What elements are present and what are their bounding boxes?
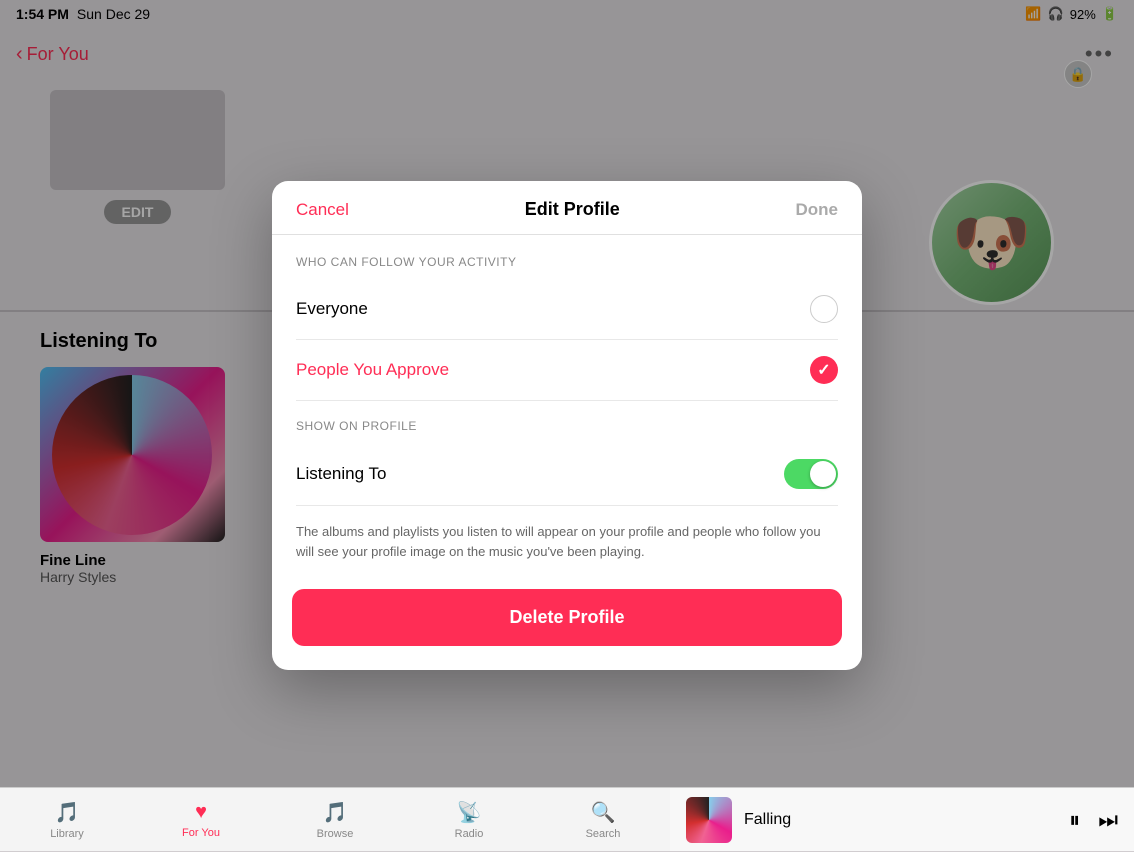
now-playing-bar: Falling ⏸ ⏭	[670, 787, 1134, 851]
listening-to-option-row: Listening To	[296, 443, 838, 506]
library-label: Library	[50, 828, 84, 840]
done-button[interactable]: Done	[796, 200, 839, 220]
search-icon: 🔍	[591, 800, 616, 825]
edit-profile-modal: Cancel Edit Profile Done WHO CAN FOLLOW …	[272, 181, 862, 670]
now-playing-album-art	[686, 797, 732, 843]
modal-body: WHO CAN FOLLOW YOUR ACTIVITY Everyone Pe…	[272, 255, 862, 581]
modal-overlay: Cancel Edit Profile Done WHO CAN FOLLOW …	[0, 0, 1134, 851]
heart-icon: ♥	[195, 801, 207, 824]
browse-label: Browse	[317, 828, 354, 840]
modal-title: Edit Profile	[525, 199, 620, 220]
everyone-radio[interactable]	[810, 295, 838, 323]
people-you-approve-radio[interactable]: ✓	[810, 356, 838, 384]
nav-item-radio[interactable]: 📡 Radio	[402, 788, 536, 852]
checkmark-icon: ✓	[817, 360, 830, 380]
playback-controls: ⏸ ⏭	[1069, 807, 1118, 833]
who-can-follow-label: WHO CAN FOLLOW YOUR ACTIVITY	[296, 255, 838, 269]
show-on-profile-label: SHOW ON PROFILE	[296, 419, 838, 433]
pause-button[interactable]: ⏸	[1069, 807, 1080, 833]
delete-profile-button[interactable]: Delete Profile	[292, 589, 842, 646]
listening-to-toggle[interactable]	[784, 459, 838, 489]
search-label: Search	[586, 828, 621, 840]
now-playing-track-name: Falling	[744, 811, 1057, 829]
people-you-approve-label: People You Approve	[296, 360, 449, 380]
toggle-knob	[810, 461, 836, 487]
nav-item-for-you[interactable]: ♥ For You	[134, 788, 268, 852]
everyone-label: Everyone	[296, 299, 368, 319]
listening-description: The albums and playlists you listen to w…	[296, 506, 838, 581]
for-you-label: For You	[182, 827, 220, 839]
skip-forward-button[interactable]: ⏭	[1098, 807, 1118, 833]
cancel-button[interactable]: Cancel	[296, 200, 349, 220]
nav-item-browse[interactable]: 🎵 Browse	[268, 788, 402, 852]
browse-icon: 🎵	[323, 800, 348, 825]
everyone-option-row[interactable]: Everyone	[296, 279, 838, 340]
nav-item-search[interactable]: 🔍 Search	[536, 788, 670, 852]
nav-items: 🎵 Library ♥ For You 🎵 Browse 📡 Radio 🔍 S…	[0, 788, 670, 852]
bottom-nav: 🎵 Library ♥ For You 🎵 Browse 📡 Radio 🔍 S…	[0, 787, 1134, 851]
radio-icon: 📡	[457, 800, 482, 825]
listening-to-label: Listening To	[296, 464, 386, 484]
radio-label: Radio	[455, 828, 484, 840]
nav-item-library[interactable]: 🎵 Library	[0, 788, 134, 852]
library-icon: 🎵	[55, 800, 80, 825]
modal-header: Cancel Edit Profile Done	[272, 181, 862, 235]
people-you-approve-option-row[interactable]: People You Approve ✓	[296, 340, 838, 401]
